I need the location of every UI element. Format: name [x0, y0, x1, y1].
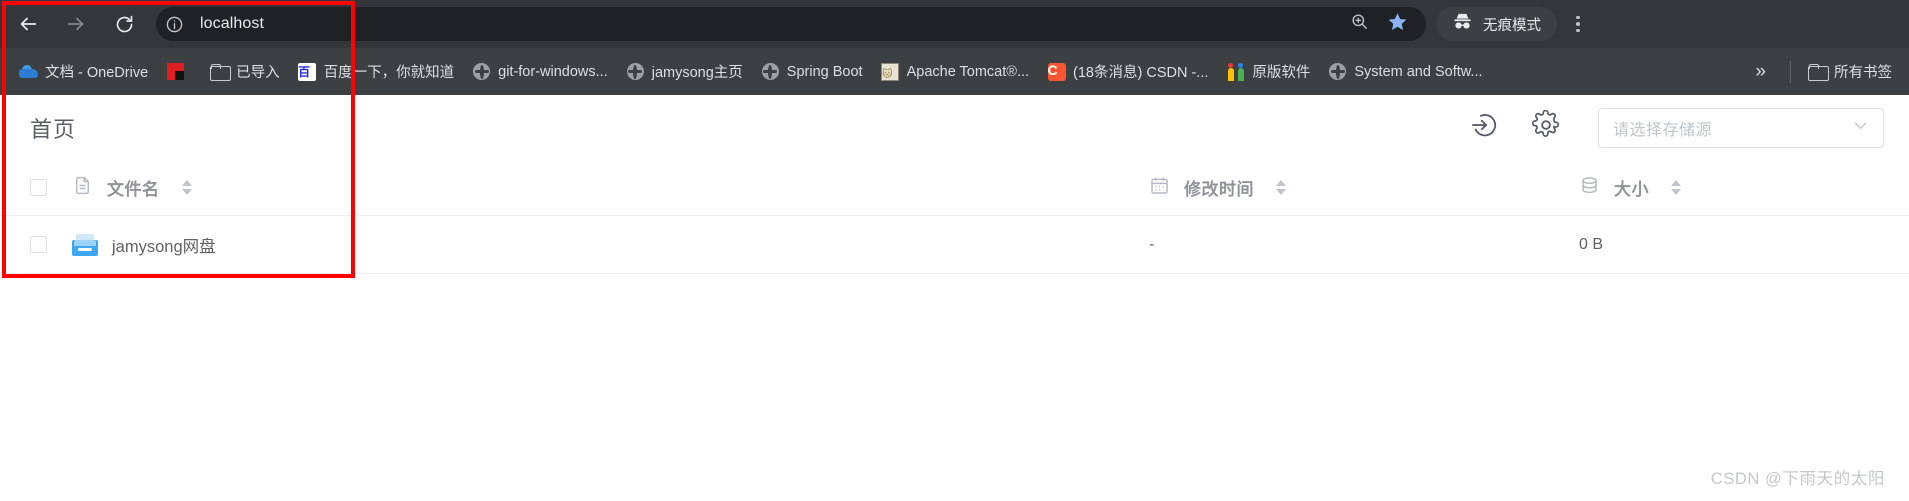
toolbar-right: 无痕模式 — [1436, 7, 1603, 41]
column-header-size-label: 大小 — [1614, 180, 1649, 199]
row-checkbox[interactable] — [30, 236, 47, 253]
bookmark-label: (18条消息) CSDN -... — [1073, 65, 1209, 81]
lenovo-icon — [166, 62, 185, 81]
globe-icon — [761, 62, 780, 81]
bookmark-label: git-for-windows... — [498, 63, 608, 80]
tomcat-icon: 🐱 — [881, 62, 900, 81]
bookmark-item-system-and-software[interactable]: System and Softw... — [1319, 57, 1491, 87]
incognito-icon — [1452, 12, 1473, 36]
column-header-modified[interactable]: 修改时间 — [1149, 175, 1579, 201]
globe-icon — [472, 62, 491, 81]
incognito-indicator[interactable]: 无痕模式 — [1436, 7, 1557, 41]
bookmark-item-lenovo[interactable] — [157, 57, 201, 87]
screenshot-root: localhost 无痕模式 文档 - OneDrive 已导入 百 百度一下，… — [0, 0, 1909, 501]
site-info-icon[interactable] — [160, 10, 188, 38]
sort-toggle-name[interactable] — [181, 180, 192, 195]
back-button[interactable] — [8, 4, 48, 44]
sort-toggle-modified[interactable] — [1276, 180, 1286, 195]
bookmark-item-baidu[interactable]: 百 百度一下，你就知道 — [289, 57, 464, 87]
all-bookmarks-button[interactable]: 所有书签 — [1799, 57, 1901, 87]
storage-source-placeholder: 请选择存储源 — [1613, 121, 1713, 139]
address-bar[interactable]: localhost — [156, 7, 1426, 41]
bookmark-item-csdn[interactable]: C (18条消息) CSDN -... — [1038, 57, 1217, 87]
bookmark-label: Apache Tomcat®... — [906, 63, 1030, 80]
bookmark-label: jamysong主页 — [651, 65, 743, 81]
page-content: 首页 请选择存储源 文件名 修改时间 大小 jamysong网盘 - 0 B C… — [0, 95, 1909, 501]
page-header: 首页 请选择存储源 — [0, 95, 1909, 160]
blue-drive-icon — [72, 233, 98, 256]
column-header-name[interactable]: 文件名 — [72, 175, 1149, 201]
gear-icon — [1531, 109, 1561, 145]
table-row[interactable]: jamysong网盘 - 0 B — [0, 216, 1909, 274]
row-select-cell — [30, 236, 72, 253]
browser-toolbar: localhost 无痕模式 — [0, 0, 1909, 48]
header-actions: 请选择存储源 — [1466, 107, 1884, 148]
bookmark-item-imported[interactable]: 已导入 — [201, 57, 289, 87]
login-arrow-icon — [1469, 110, 1499, 145]
zoom-search-icon[interactable] — [1350, 12, 1369, 36]
row-modified-cell: - — [1149, 236, 1579, 254]
calendar-icon — [1149, 175, 1170, 201]
bookmark-item-yuanban-software[interactable]: 原版软件 — [1217, 57, 1319, 87]
settings-button[interactable] — [1528, 109, 1564, 146]
bookmark-item-git-for-windows[interactable]: git-for-windows... — [463, 57, 617, 87]
folder-icon — [1808, 62, 1829, 81]
row-size-cell: 0 B — [1579, 236, 1879, 254]
row-modified-label: - — [1149, 235, 1155, 253]
column-header-name-label: 文件名 — [107, 180, 160, 199]
row-size-label: 0 B — [1579, 235, 1604, 253]
chrome-menu-button[interactable] — [1561, 7, 1595, 41]
incognito-label: 无痕模式 — [1483, 17, 1541, 34]
bookmark-star-icon[interactable] — [1387, 11, 1408, 37]
csdn-icon: C — [1047, 62, 1066, 81]
file-table: 文件名 修改时间 大小 jamysong网盘 - 0 B — [0, 160, 1909, 274]
sort-toggle-size[interactable] — [1671, 180, 1681, 195]
bookmarks-bar: 文档 - OneDrive 已导入 百 百度一下，你就知道 git-for-wi… — [0, 48, 1909, 95]
forward-button[interactable] — [56, 4, 96, 44]
globe-icon — [1328, 62, 1347, 81]
row-name-label[interactable]: jamysong网盘 — [112, 233, 216, 257]
table-header-row: 文件名 修改时间 大小 — [0, 160, 1909, 216]
globe-icon — [626, 62, 645, 81]
all-bookmarks-label: 所有书签 — [1834, 65, 1892, 81]
bookmark-label: Spring Boot — [786, 63, 863, 80]
bookmark-label: 文档 - OneDrive — [45, 65, 149, 81]
reload-button[interactable] — [104, 4, 144, 44]
column-header-modified-label: 修改时间 — [1184, 180, 1254, 199]
bookmarks-overflow-area: » 所有书签 — [1739, 57, 1909, 87]
baidu-icon: 百 — [298, 62, 317, 81]
document-icon — [72, 175, 93, 201]
chevron-down-icon — [1852, 117, 1869, 139]
select-all-cell — [30, 179, 72, 196]
omnibox-actions — [1350, 11, 1412, 37]
folder-icon — [210, 62, 232, 81]
login-button[interactable] — [1466, 110, 1502, 146]
bookmarks-overflow-button[interactable]: » — [1739, 62, 1782, 81]
page-title: 首页 — [30, 116, 77, 142]
browser-chrome: localhost 无痕模式 文档 - OneDrive 已导入 百 百度一下，… — [0, 0, 1909, 95]
bookmark-item-onedrive[interactable]: 文档 - OneDrive — [10, 57, 157, 87]
divider — [1790, 60, 1791, 83]
url-text: localhost — [200, 15, 265, 32]
bookmark-label: 原版软件 — [1252, 65, 1311, 81]
bookmark-label: 百度一下，你就知道 — [323, 65, 455, 81]
database-icon — [1579, 175, 1600, 201]
bookmark-item-apache-tomcat[interactable]: 🐱 Apache Tomcat®... — [872, 57, 1038, 87]
column-header-size[interactable]: 大小 — [1579, 175, 1879, 201]
bookmark-label: System and Softw... — [1354, 63, 1483, 80]
bookmark-item-spring-boot[interactable]: Spring Boot — [752, 57, 872, 87]
yuanban-icon — [1226, 62, 1245, 81]
onedrive-icon — [19, 62, 38, 81]
bookmark-item-jamysong[interactable]: jamysong主页 — [617, 57, 752, 87]
bookmark-label: 已导入 — [236, 65, 280, 81]
storage-source-select[interactable]: 请选择存储源 — [1598, 107, 1884, 148]
select-all-checkbox[interactable] — [30, 179, 47, 196]
row-name-cell: jamysong网盘 — [72, 233, 1149, 257]
watermark: CSDN @下雨天的太阳 — [1710, 470, 1885, 488]
